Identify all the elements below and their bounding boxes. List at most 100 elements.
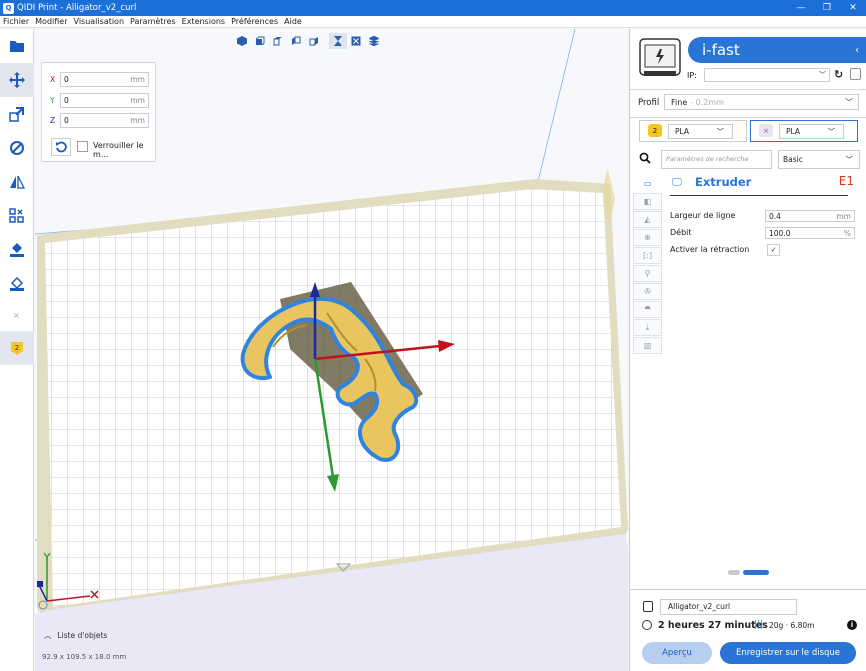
z-input[interactable]: 0 mm xyxy=(60,112,149,128)
retraction-checkbox[interactable]: ✓ xyxy=(767,244,780,256)
menu-modifier[interactable]: Modifier xyxy=(35,17,67,26)
chevron-down-icon: ﹀ xyxy=(845,155,854,164)
category-quality[interactable]: ◧ xyxy=(633,193,662,210)
open-file-button[interactable] xyxy=(0,29,34,63)
info-icon[interactable]: i xyxy=(847,620,857,630)
y-row: Y 0 mm xyxy=(50,92,149,108)
view-right-button[interactable] xyxy=(305,33,323,49)
view-stack-button[interactable] xyxy=(365,33,383,49)
ip-label: IP: xyxy=(687,71,697,80)
support-blocker-button[interactable] xyxy=(0,233,34,267)
category-infill[interactable]: ⊕ xyxy=(633,229,662,246)
object-list-toggle[interactable]: ︿ Liste d'objets xyxy=(44,630,107,641)
z-label: Z xyxy=(50,115,56,125)
maximize-button[interactable]: ❐ xyxy=(814,3,840,13)
category-shell[interactable]: ◭ xyxy=(633,211,662,228)
mirror-tool-button[interactable] xyxy=(0,165,34,199)
x-row: X 0 mm xyxy=(50,71,149,87)
chevron-down-icon: ﹀ xyxy=(819,71,826,79)
ip-select[interactable]: ﹀ xyxy=(704,68,830,82)
model-dimensions: 92.9 x 109.5 x 18.0 mm xyxy=(42,653,127,661)
flow-input[interactable]: 100.0 % xyxy=(765,227,855,239)
category-cooling[interactable]: ✇ xyxy=(633,283,662,300)
x-label: X xyxy=(50,74,56,84)
minimize-button[interactable]: — xyxy=(788,3,814,13)
scale-tool-button[interactable] xyxy=(0,97,34,131)
printer-name: i-fast xyxy=(702,41,740,59)
filament-icon: ||| xyxy=(754,620,764,630)
window-title: QIDI Print - Alligator_v2_curl xyxy=(17,3,137,13)
y-label: Y xyxy=(50,95,55,105)
settings-mode-select[interactable]: Basic ﹀ xyxy=(778,150,860,169)
panel-pager xyxy=(728,570,769,575)
lock-model-checkbox[interactable] xyxy=(77,141,88,152)
extruder-material-select-2[interactable]: PLA ﹀ xyxy=(779,124,844,139)
material-icon: [:] xyxy=(643,251,652,260)
rotate-icon xyxy=(10,141,24,155)
profile-sub: - 0.2mm xyxy=(690,97,724,107)
view-xray-button[interactable] xyxy=(329,33,347,49)
menu-extensions[interactable]: Extensions xyxy=(182,17,225,26)
edit-icon[interactable] xyxy=(850,68,861,80)
profile-select[interactable]: Fine - 0.2mm ﹀ xyxy=(664,94,859,110)
extruder-material-select-1[interactable]: PLA ﹀ xyxy=(668,124,733,139)
preview-button[interactable]: Aperçu xyxy=(642,642,712,664)
settings-search-input[interactable]: Paramètres de recherche xyxy=(661,150,772,169)
menu-fichier[interactable]: Fichier xyxy=(3,17,29,26)
category-experimental[interactable]: ▥ xyxy=(633,337,662,354)
view-layer-button[interactable] xyxy=(347,33,365,49)
object-list-label: Liste d'objets xyxy=(57,631,108,640)
retraction-label: Activer la rétraction xyxy=(670,245,750,254)
close-button[interactable]: ✕ xyxy=(840,3,866,13)
extruder-tab-1[interactable]: 2 PLA ﹀ xyxy=(639,120,747,142)
y-input[interactable]: 0 mm xyxy=(60,92,149,108)
x-input[interactable]: 0 mm xyxy=(60,71,149,87)
job-name-input[interactable]: Alligator_v2_curl xyxy=(660,599,797,615)
shell-icon: ◭ xyxy=(644,215,651,224)
line-width-input[interactable]: 0.4 mm xyxy=(765,210,855,222)
reset-position-button[interactable] xyxy=(51,138,71,156)
category-speed[interactable]: ⚲ xyxy=(633,265,662,282)
per-model-settings-button[interactable] xyxy=(0,199,34,233)
printer-selector[interactable]: i-fast ‹ xyxy=(688,37,866,63)
search-icon xyxy=(639,152,651,164)
move-icon xyxy=(9,72,25,88)
infill-icon: ⊕ xyxy=(644,233,651,242)
x-value: 0 xyxy=(64,74,69,84)
menu-aide[interactable]: Aide xyxy=(284,17,302,26)
extruder-tab-2[interactable]: × PLA ﹀ xyxy=(750,120,858,142)
extruder-badge-2: × xyxy=(759,124,773,137)
pager-dot-active[interactable] xyxy=(743,570,769,575)
refresh-icon[interactable]: ↻ xyxy=(834,68,843,81)
menu-parametres[interactable]: Paramètres xyxy=(130,17,176,26)
extruder-selector-button[interactable]: 2 xyxy=(0,331,34,365)
lay-flat-button[interactable] xyxy=(0,267,34,301)
layers-icon: ◧ xyxy=(643,197,652,206)
view-3d-button[interactable] xyxy=(233,33,251,49)
section-divider xyxy=(670,195,848,196)
menu-visualisation[interactable]: Visualisation xyxy=(74,17,125,26)
save-to-disk-button[interactable]: Enregistrer sur le disque xyxy=(720,642,856,664)
move-tool-button[interactable] xyxy=(0,63,34,97)
file-edit-icon xyxy=(643,601,653,612)
category-adhesion[interactable]: ⤓ xyxy=(633,319,662,336)
chevron-down-icon: ﹀ xyxy=(716,127,725,136)
chart-icon: ▥ xyxy=(643,341,652,350)
z-row: Z 0 mm xyxy=(50,112,149,128)
menu-preferences[interactable]: Préférences xyxy=(231,17,278,26)
rotate-tool-button[interactable] xyxy=(0,131,34,165)
y-value: 0 xyxy=(64,95,69,105)
category-support[interactable]: ⯊ xyxy=(633,301,662,318)
category-extruder[interactable]: ▭ xyxy=(633,175,662,192)
pager-dot[interactable] xyxy=(728,570,740,575)
view-top-button[interactable] xyxy=(269,33,287,49)
view-toolbar xyxy=(233,33,383,49)
clock-icon xyxy=(642,620,652,630)
line-width-label: Largeur de ligne xyxy=(670,211,736,220)
view-front-button[interactable] xyxy=(251,33,269,49)
category-material[interactable]: [:] xyxy=(633,247,662,264)
settings-panel: i-fast ‹ IP: ﹀ ↻ Profil Fine - 0.2mm ﹀ 2… xyxy=(629,29,866,589)
monitor-icon: 🖵 xyxy=(672,177,682,188)
box-x-icon xyxy=(351,36,361,46)
view-left-button[interactable] xyxy=(287,33,305,49)
